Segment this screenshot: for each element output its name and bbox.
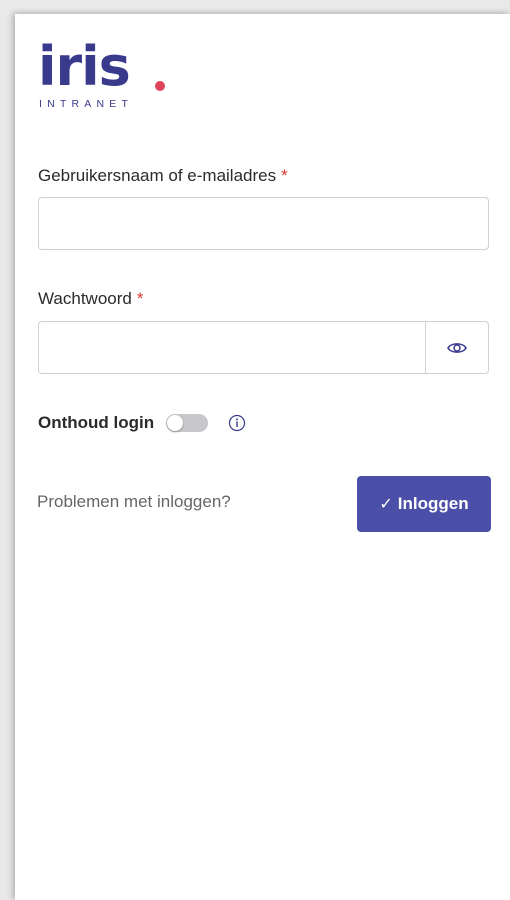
username-field[interactable] (38, 197, 489, 250)
eye-icon (447, 342, 467, 353)
username-label-text: Gebruikersnaam of e-mailadres (38, 166, 277, 185)
password-label-text: Wachtwoord (38, 289, 132, 308)
login-panel: iris INTRANET Gebruikersnaam of e-mailad… (15, 14, 510, 900)
show-password-button[interactable] (425, 322, 488, 373)
logo-subtitle: INTRANET (39, 98, 134, 110)
required-marker: * (136, 289, 144, 308)
login-problems-link[interactable]: Problemen met inloggen? (37, 492, 231, 512)
iris-intranet-logo: iris INTRANET (38, 40, 178, 112)
username-input[interactable] (39, 198, 488, 249)
username-label: Gebruikersnaam of e-mailadres * (38, 166, 288, 186)
toggle-knob (167, 415, 184, 431)
password-label: Wachtwoord * (38, 289, 143, 309)
remember-login-label: Onthoud login (38, 413, 155, 432)
required-marker: * (281, 166, 288, 185)
remember-login-row: Onthoud login (38, 411, 246, 435)
password-input[interactable] (39, 322, 428, 373)
password-field[interactable] (38, 321, 489, 374)
info-icon[interactable] (228, 414, 246, 432)
logo-dot (155, 81, 165, 91)
login-button-label: Inloggen (397, 494, 469, 513)
remember-login-toggle[interactable] (166, 414, 209, 432)
logo-wordmark: iris (38, 35, 131, 98)
check-icon: ✓ (379, 496, 393, 513)
login-button[interactable]: ✓ Inloggen (357, 476, 491, 532)
